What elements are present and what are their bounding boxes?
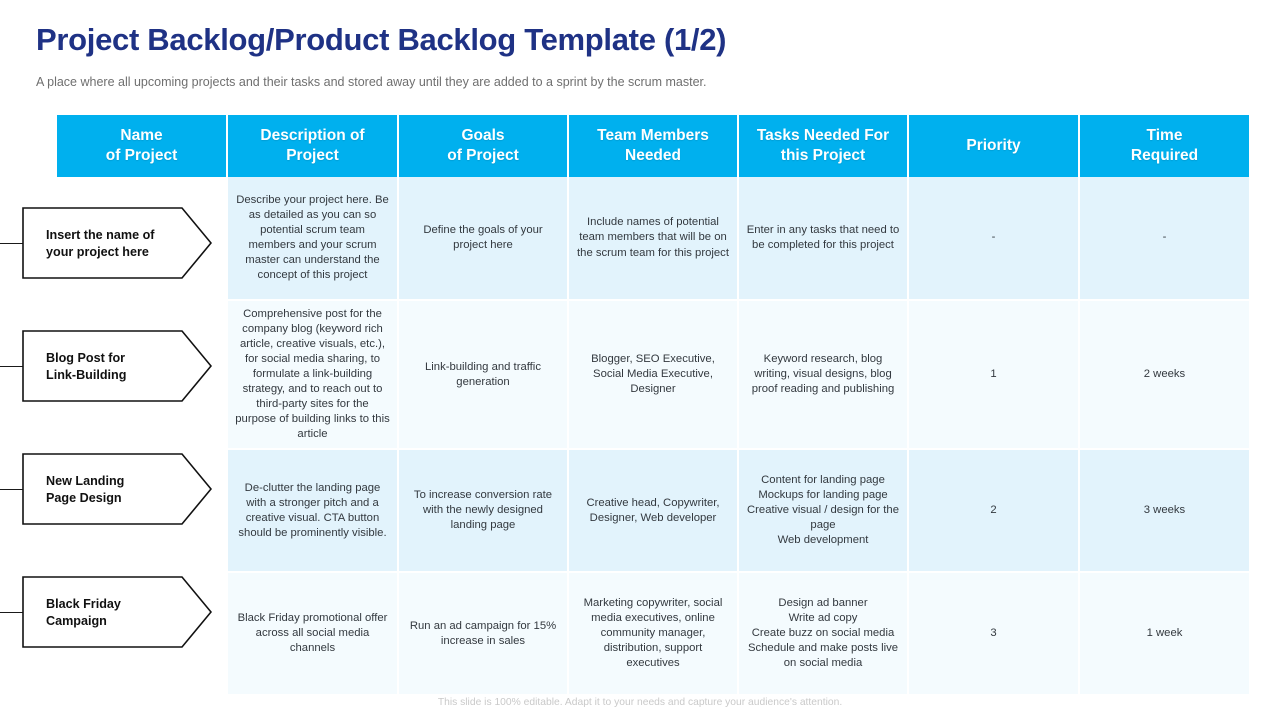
column-header-tasks[interactable]: Tasks Needed For this Project [737,115,909,177]
project-name-line1: Insert the name of [46,228,155,242]
project-name-tag[interactable]: Insert the name of your project here [0,182,230,305]
table-header-row: Name of Project Description of Project G… [57,115,1249,177]
column-header-team-members-line1: Team Members [597,127,709,145]
column-header-team-members-line2: Needed [625,147,681,164]
table-row: De-clutter the landing page with a stron… [57,449,1249,574]
cell-description: Describe your project here. Be as detail… [226,177,399,301]
cell-tasks: Content for landing page Mockups for land… [737,449,909,574]
cell-time-required: 3 weeks [1078,449,1249,574]
project-name-label: Black Friday Campaign [46,596,186,631]
cell-tasks: Design ad banner Write ad copy Create buzz… [737,572,909,697]
column-header-time-required[interactable]: Time Required [1078,115,1249,177]
column-header-name[interactable]: Name of Project [57,115,228,177]
project-name-line2: Page Design [46,491,122,506]
cell-goals: Define the goals of your project here [397,177,569,301]
cell-description: Comprehensive post for the company blog … [226,300,399,451]
column-header-time-required-line2: Required [1130,147,1199,164]
table-row: Black Friday promotional offer across al… [57,572,1249,697]
cell-description: De-clutter the landing page with a stron… [226,449,399,574]
cell-tasks-line: Content for landing page [761,474,885,487]
project-name-tag[interactable]: Black Friday Campaign [0,551,230,674]
column-header-description-line1: Description of [260,127,365,145]
cell-time-required: - [1078,177,1249,301]
cell-time-required: 2 weeks [1078,300,1249,451]
cell-priority: 2 [907,449,1080,574]
column-header-time-required-line1: Time [1146,127,1183,145]
project-name-tag[interactable]: Blog Post for Link-Building [0,305,230,428]
column-header-priority-line1: Priority [966,137,1021,155]
page-subtitle: A place where all upcoming projects and … [36,75,707,89]
column-header-tasks-line1: Tasks Needed For [756,127,890,145]
project-name-line2: your project here [46,245,149,260]
project-name-line2: Link-Building [46,368,127,383]
project-name-label: New Landing Page Design [46,473,186,508]
cell-goals: Run an ad campaign for 15% increase in s… [397,572,569,697]
cell-team-members: Marketing copywriter, social media execu… [567,572,739,697]
cell-priority: 1 [907,300,1080,451]
cell-team-members: Creative head, Copywriter, Designer, Web… [567,449,739,574]
cell-goals: To increase conversion rate with the new… [397,449,569,574]
backlog-table: Name of Project Description of Project G… [57,115,1249,697]
column-header-team-members[interactable]: Team Members Needed [567,115,739,177]
column-header-goals-line2: of Project [447,147,519,164]
cell-goals: Link-building and traffic generation [397,300,569,451]
column-header-goals[interactable]: Goals of Project [397,115,569,177]
project-name-line1: New Landing [46,474,125,488]
footer-note: This slide is 100% editable. Adapt it to… [437,697,843,708]
cell-priority: - [907,177,1080,301]
cell-team-members: Include names of potential team members … [567,177,739,301]
column-header-name-line1: Name [120,127,163,145]
cell-tasks-line: Creative visual / design for the page [747,504,899,532]
cell-tasks-line: Web development [777,534,869,547]
cell-tasks-line: Design ad banner [778,597,868,610]
project-name-line1: Blog Post for [46,351,126,365]
project-name-label: Insert the name of your project here [46,227,186,262]
cell-priority: 3 [907,572,1080,697]
cell-time-required: 1 week [1078,572,1249,697]
project-name-tag[interactable]: New Landing Page Design [0,428,230,551]
cell-tasks-line: Mockups for landing page [758,489,888,502]
page-title: Project Backlog/Product Backlog Template… [36,22,727,57]
cell-team-members: Blogger, SEO Executive, Social Media Exe… [567,300,739,451]
cell-tasks-line: Schedule and make posts live on social m… [747,642,899,670]
column-header-name-line2: of Project [105,147,178,164]
column-header-description-line2: Project [286,147,339,164]
cell-description: Black Friday promotional offer across al… [226,572,399,697]
column-header-goals-line1: Goals [461,127,505,145]
project-name-tag-group: Insert the name of your project here Blo… [0,115,230,680]
column-header-tasks-line2: this Project [780,147,866,164]
table-row: Describe your project here. Be as detail… [57,177,1249,301]
column-header-description[interactable]: Description of Project [226,115,399,177]
project-name-line2: Campaign [46,614,107,629]
project-name-line1: Black Friday [46,597,121,611]
project-name-label: Blog Post for Link-Building [46,350,186,385]
cell-tasks: Enter in any tasks that need to be compl… [737,177,909,301]
cell-tasks-line: Create buzz on social media [751,627,895,640]
column-header-priority[interactable]: Priority [907,115,1080,177]
table-row: Comprehensive post for the company blog … [57,300,1249,451]
cell-tasks: Keyword research, blog writing, visual d… [737,300,909,451]
cell-tasks-line: Write ad copy [788,612,858,625]
